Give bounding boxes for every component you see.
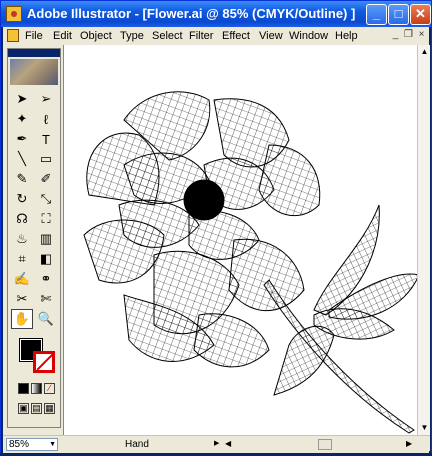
none-mode-button[interactable]: ∕ <box>44 383 55 394</box>
maximize-button[interactable]: □ <box>388 4 409 25</box>
vertical-scrollbar[interactable]: ▲ ▼ <box>417 45 430 436</box>
zoom-dropdown-icon[interactable]: ▼ <box>49 439 56 450</box>
graph-tool-icon[interactable]: ▥ <box>35 229 57 249</box>
doc-minimize-button[interactable]: _ <box>389 29 402 42</box>
flower-outline-artwork <box>83 91 420 434</box>
menu-bar: File Edit Object Type Select Filter Effe… <box>3 27 429 45</box>
scroll-up-arrow[interactable]: ▲ <box>418 45 431 58</box>
menu-view[interactable]: View <box>259 30 283 42</box>
tools-panel-titlebar[interactable] <box>8 49 60 57</box>
magic-wand-tool-icon[interactable]: ✦ <box>11 109 33 129</box>
full-screen-menu-mode-button[interactable]: ▤ <box>31 403 42 414</box>
window-title: Adobe Illustrator - [Flower.ai @ 85% (CM… <box>27 6 356 21</box>
color-mode-button[interactable] <box>18 383 29 394</box>
gradient-tool-icon[interactable]: ◧ <box>35 249 57 269</box>
scissors-tool-icon[interactable]: ✄ <box>35 289 57 309</box>
eyedropper-tool-icon[interactable]: ✍ <box>11 269 33 289</box>
horizontal-scroll-thumb[interactable] <box>318 439 332 450</box>
scale-tool-icon[interactable]: ⤡ <box>35 189 57 209</box>
pencil-tool-icon[interactable]: ✐ <box>35 169 57 189</box>
doc-close-button[interactable]: × <box>415 29 428 42</box>
lasso-tool-icon[interactable]: ℓ <box>35 109 57 129</box>
standard-screen-mode-button[interactable]: ▣ <box>18 403 29 414</box>
artboard-canvas[interactable] <box>63 45 420 435</box>
document-workspace: ➤ ➢ ✦ ℓ ✒ T ╲ ▭ ✎ ✐ ↻ ⤡ ☊ ⛶ ♨ ▥ ⌗ ◧ ✍ ⚭ ✂ ✄ ✋ 🔍 ∕ ▣ ▤ ▦ ▲ ▼ 85%… <box>3 45 430 453</box>
document-icon[interactable] <box>7 29 19 42</box>
mesh-tool-icon[interactable]: ⌗ <box>11 249 33 269</box>
paintbrush-tool-icon[interactable]: ✎ <box>11 169 33 189</box>
title-bar[interactable]: Adobe Illustrator - [Flower.ai @ 85% (CM… <box>1 1 431 27</box>
menu-edit[interactable]: Edit <box>53 30 72 42</box>
menu-help[interactable]: Help <box>335 30 358 42</box>
illustrator-app-icon[interactable] <box>6 6 22 22</box>
doc-restore-button[interactable]: ❐ <box>402 29 415 42</box>
symbol-sprayer-tool-icon[interactable]: ♨ <box>11 229 33 249</box>
toolbox-banner-image <box>10 59 58 85</box>
zoom-value: 85% <box>9 439 30 450</box>
stroke-color-swatch[interactable] <box>33 351 55 373</box>
direct-selection-tool-icon[interactable]: ➢ <box>35 89 57 109</box>
zoom-level-field[interactable]: 85% ▼ <box>6 438 58 451</box>
warp-tool-icon[interactable]: ☊ <box>11 209 33 229</box>
hand-tool-icon[interactable]: ✋ <box>11 309 33 329</box>
menu-filter[interactable]: Filter <box>189 30 213 42</box>
selection-tool-icon[interactable]: ➤ <box>11 89 33 109</box>
status-tool-name: Hand <box>125 439 149 450</box>
menu-effect[interactable]: Effect <box>222 30 250 42</box>
menu-window[interactable]: Window <box>289 30 328 42</box>
minimize-button[interactable]: _ <box>366 4 387 25</box>
zoom-tool-icon[interactable]: 🔍 <box>35 309 57 329</box>
scroll-left-arrow[interactable]: ◀ <box>225 439 231 448</box>
slice-tool-icon[interactable]: ✂ <box>11 289 33 309</box>
blend-tool-icon[interactable]: ⚭ <box>35 269 57 289</box>
tools-panel: ➤ ➢ ✦ ℓ ✒ T ╲ ▭ ✎ ✐ ↻ ⤡ ☊ ⛶ ♨ ▥ ⌗ ◧ ✍ ⚭ ✂ ✄ ✋ 🔍 ∕ ▣ ▤ ▦ <box>7 48 61 428</box>
menu-select[interactable]: Select <box>152 30 183 42</box>
pen-tool-icon[interactable]: ✒ <box>11 129 33 149</box>
full-screen-mode-button[interactable]: ▦ <box>44 403 55 414</box>
menu-object[interactable]: Object <box>80 30 112 42</box>
rectangle-tool-icon[interactable]: ▭ <box>35 149 57 169</box>
status-dropdown-icon[interactable]: ▶ <box>214 439 219 447</box>
color-swatches <box>19 338 58 373</box>
line-tool-icon[interactable]: ╲ <box>11 149 33 169</box>
free-transform-tool-icon[interactable]: ⛶ <box>35 209 57 229</box>
scroll-right-arrow[interactable]: ▶ <box>406 439 412 448</box>
rotate-tool-icon[interactable]: ↻ <box>11 189 33 209</box>
menu-type[interactable]: Type <box>120 30 144 42</box>
scroll-down-arrow[interactable]: ▼ <box>418 421 431 434</box>
menu-file[interactable]: File <box>25 30 43 42</box>
status-and-scroll-bar: 85% ▼ Hand ▶ ◀ ▶ <box>3 435 430 451</box>
close-button[interactable]: ✕ <box>410 4 431 25</box>
gradient-mode-button[interactable] <box>31 383 42 394</box>
type-tool-icon[interactable]: T <box>35 129 57 149</box>
